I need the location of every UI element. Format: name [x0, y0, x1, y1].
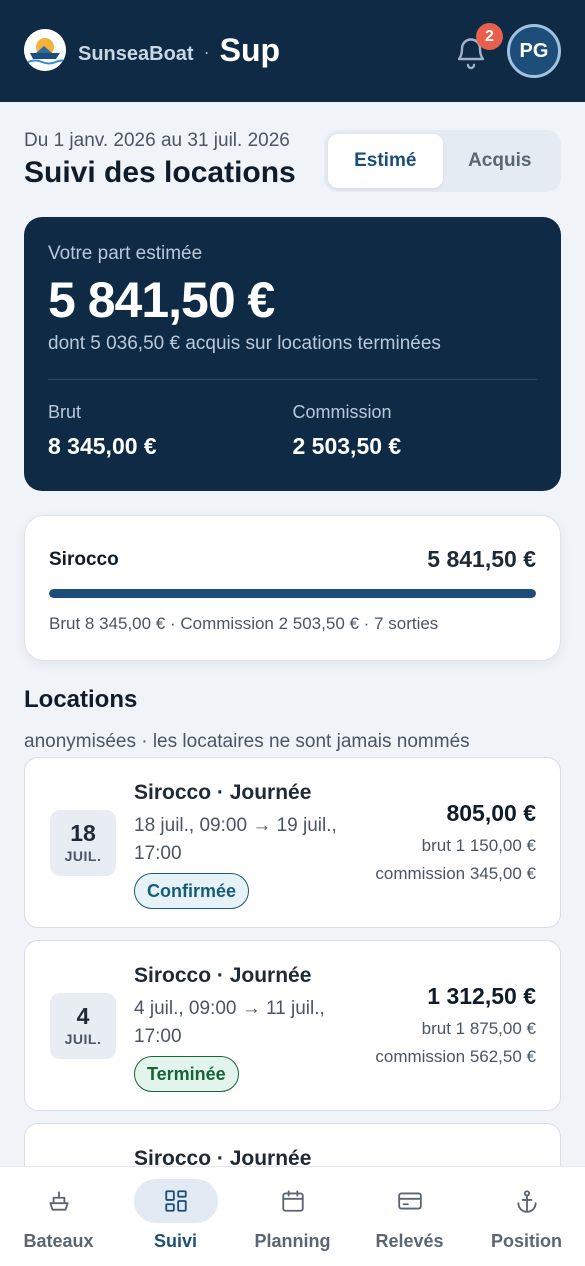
summary-amount: 5 841,50 € [48, 272, 275, 328]
rental-brut: brut 1 875,00 € [421, 1019, 536, 1038]
date-day: 18 [70, 820, 96, 846]
nav-item-suivi[interactable]: Suivi [117, 1167, 234, 1266]
dashboard-icon [164, 1190, 187, 1212]
rental-name: Sirocco · Journée [134, 781, 312, 804]
card-icon [397, 1192, 422, 1210]
brut-value: 8 345,00 € [48, 433, 157, 459]
rental-commission: commission 345,00 € [375, 864, 536, 883]
nav-label: Bateaux [23, 1231, 94, 1251]
period-label: Du 1 janv. 2026 au 31 juil. 2026 [24, 130, 290, 151]
rental-name: Sirocco · Journée [134, 964, 312, 987]
date-month: JUIL. [64, 848, 102, 864]
nav-label: Relevés [375, 1231, 444, 1251]
commission-label: Commission [292, 402, 392, 422]
boat-card[interactable]: Sirocco 5 841,50 € Brut 8 345,00 € · Com… [24, 515, 561, 661]
nav-item-releves[interactable]: Relevés [351, 1167, 468, 1266]
app-header: SunseaBoat · Sup 2 PG [0, 0, 585, 102]
status-badge: Confirmée [134, 873, 250, 909]
rental-commission: commission 562,50 € [375, 1047, 536, 1066]
user-avatar[interactable]: PG [507, 24, 561, 78]
summary-subtext: dont 5 036,50 € acquis sur locations ter… [48, 333, 441, 354]
rental-net-amount: 1 312,50 € [427, 983, 536, 1009]
brand-name: SunseaBoat [78, 42, 194, 65]
rental-dates: 4 juil., 09:00 → 11 juil., 17:00 [134, 998, 325, 1047]
summary-label: Votre part estimée [48, 243, 203, 264]
date-badge: 18 JUIL. [50, 810, 116, 876]
brut-label: Brut [48, 402, 82, 422]
boat-icon [48, 1191, 69, 1211]
notification-badge: 2 [476, 23, 503, 50]
rental-card[interactable]: 4 JUIL. Sirocco · Journée 4 juil., 09:00… [24, 940, 561, 1111]
estimate-toggle: Estimé Acquis [324, 130, 561, 192]
summary-card: Votre part estimée 5 841,50 € dont 5 036… [24, 217, 561, 491]
nav-label: Position [491, 1231, 562, 1251]
toggle-acquired[interactable]: Acquis [443, 134, 558, 188]
commission-value: 2 503,50 € [292, 433, 402, 459]
app-name: Sup [219, 31, 281, 68]
nav-item-position[interactable]: Position [468, 1167, 585, 1266]
date-badge: 4 JUIL. [50, 993, 116, 1059]
notifications-button[interactable]: 2 [453, 23, 503, 71]
boat-name: Sirocco [49, 548, 119, 570]
locations-subtitle: anonymisées · les locataires ne sont jam… [24, 731, 470, 752]
calendar-icon [281, 1190, 304, 1212]
rental-brut: brut 1 150,00 € [421, 836, 536, 855]
rental-card[interactable]: 18 JUIL. Sirocco · Journée 18 juil., 09:… [24, 757, 561, 928]
nav-label: Planning [254, 1231, 331, 1251]
nav-label: Suivi [153, 1231, 197, 1251]
brand-logo [24, 29, 66, 71]
toggle-estimated[interactable]: Estimé [328, 134, 443, 188]
rental-dates: 18 juil., 09:00 → 19 juil., 17:00 [134, 815, 337, 864]
boat-meta: Brut 8 345,00 € · Commission 2 503,50 € … [49, 614, 439, 633]
boat-amount: 5 841,50 € [427, 546, 536, 572]
nav-item-planning[interactable]: Planning [234, 1167, 351, 1266]
rental-net-amount: 805,00 € [446, 800, 536, 826]
boat-progress-bar [49, 589, 536, 598]
status-badge: Terminée [134, 1056, 239, 1092]
header-separator: · [203, 41, 210, 62]
anchor-icon [516, 1190, 537, 1213]
date-month: JUIL. [64, 1031, 102, 1047]
date-day: 4 [76, 1003, 90, 1029]
boat-progress-fill [49, 589, 536, 598]
nav-item-bateaux[interactable]: Bateaux [0, 1167, 117, 1266]
locations-title: Locations [24, 686, 138, 713]
bottom-navigation: Bateaux Suivi Planning Relevés Position [0, 1166, 585, 1266]
page-title: Suivi des locations [24, 156, 296, 189]
summary-divider [48, 379, 537, 380]
